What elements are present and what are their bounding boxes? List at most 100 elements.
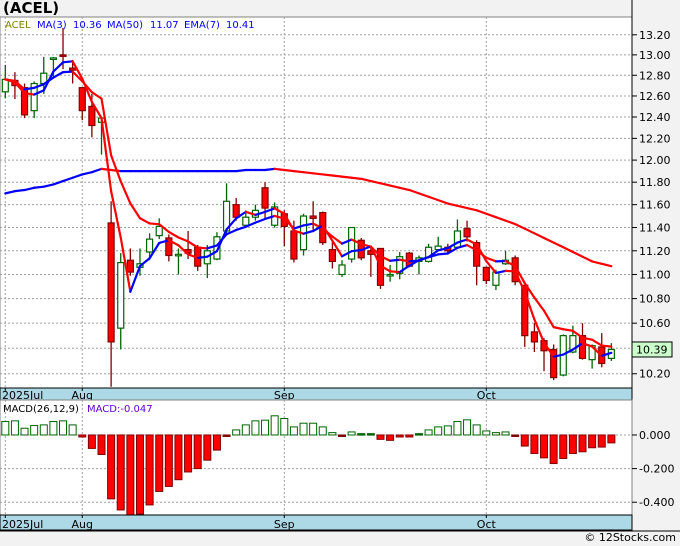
macd-bar (386, 434, 395, 441)
macd-bar (87, 434, 96, 449)
macd-bar (472, 424, 481, 436)
legend-ma3-label: MA(3) (37, 20, 67, 31)
last-price-value: 10.39 (636, 343, 668, 356)
macd-bar (424, 429, 433, 436)
macd-bar (59, 420, 68, 436)
price-tick-label: 11.20 (639, 245, 671, 258)
ema7-line-segment (600, 344, 613, 348)
stock-chart: 13.20 13.00 12.80 12.60 12.40 12.20 12.00 11.80… (0, 0, 680, 532)
legend-ma50-label: MA(50) (107, 20, 143, 31)
macd-bar (434, 426, 443, 436)
macd-bar (491, 432, 500, 436)
macd-bar (39, 424, 48, 436)
macd-bar (511, 434, 520, 437)
macd-tick-label: -0.200 (639, 463, 674, 476)
candle-body (232, 204, 240, 218)
macd-tick-label: -0.400 (639, 496, 674, 509)
ma50-line-segment (340, 175, 353, 179)
macd-bar (155, 434, 164, 492)
macd-bar (530, 434, 539, 454)
price-tick-label: 10.20 (639, 368, 671, 381)
macd-bar (30, 425, 39, 436)
price-tick-label: 13.00 (639, 49, 671, 62)
candle-body (530, 331, 539, 343)
legend-symbol: ACEL (5, 20, 31, 31)
macd-bar (405, 434, 414, 438)
macd-bar (299, 422, 308, 436)
candle-body (309, 215, 317, 219)
ma50-line-segment (321, 173, 334, 177)
macd-bar (328, 432, 337, 436)
candle-body (338, 264, 346, 276)
price-tick-label: 12.00 (639, 154, 671, 167)
macd-bar (607, 434, 616, 444)
ma50-line-segment (100, 167, 113, 172)
macd-bar (501, 431, 510, 436)
candle-body (492, 271, 500, 286)
macd-bar (126, 434, 135, 515)
ma50-line-segment (263, 167, 276, 172)
macd-legend-value: MACD:-0.047 (87, 404, 153, 415)
macd-bar (241, 424, 250, 436)
macd-bar (203, 434, 212, 461)
macd-bar (145, 434, 154, 506)
macd-bar (338, 434, 346, 437)
macd-bar (559, 434, 568, 460)
macd-bar (232, 429, 241, 436)
last-price-tag: 10.39 (631, 341, 673, 358)
macd-bar (395, 434, 404, 438)
macd-bar (212, 434, 221, 451)
macd-bar (443, 425, 452, 436)
ma50-line-segment (33, 185, 45, 189)
candle (550, 344, 558, 381)
macd-bar (270, 415, 279, 436)
candle-body (117, 261, 125, 329)
candle-body (69, 67, 77, 71)
price-tick-label: 11.80 (639, 176, 671, 189)
date-label: Aug (72, 518, 93, 531)
macd-bar (107, 434, 116, 500)
macd-bar (463, 419, 472, 436)
date-label: Sep (274, 518, 295, 531)
ma50-line-segment (13, 188, 26, 193)
ma50-line-segment (331, 174, 344, 178)
price-tick-label: 12.40 (639, 111, 671, 124)
ema7-line-segment (437, 252, 449, 256)
macd-legend-label: MACD(26,12,9) (3, 404, 79, 415)
ema7-line-segment (196, 246, 209, 250)
ma50-line-segment (235, 168, 247, 173)
candle (348, 226, 356, 263)
date-label: Oct (477, 518, 497, 531)
ma50-line-segment (292, 170, 305, 174)
price-tick-label: 12.80 (639, 69, 671, 82)
macd-bar (597, 434, 606, 448)
macd-bar (318, 426, 327, 436)
legend-ema7-value: 10.41 (226, 20, 255, 31)
ma50-line-segment (350, 176, 363, 180)
ma50-line-segment (302, 171, 315, 175)
candle-body (242, 216, 250, 226)
ma3-line-segment (23, 92, 36, 96)
macd-bar (568, 434, 577, 454)
macd-bar (520, 434, 529, 447)
price-tick-label: 10.80 (639, 293, 671, 306)
date-label: 2025Jul (2, 518, 43, 531)
price-tick-label: 11.00 (639, 268, 671, 281)
candle-body (49, 57, 58, 61)
candle-body (261, 187, 269, 209)
macd-bar (20, 427, 29, 436)
macd-bar (482, 430, 491, 436)
macd-y-axis: 0.000 -0.200 -0.400 (632, 429, 674, 509)
macd-bar (135, 434, 144, 515)
macd-bar (193, 434, 202, 470)
macd-bar (357, 433, 366, 436)
macd-bar (588, 434, 597, 449)
candle-body (78, 87, 86, 112)
price-tick-label: 11.60 (639, 199, 671, 212)
candle-body (146, 238, 154, 253)
ema7-line-segment (148, 222, 161, 226)
price-tick-label: 13.20 (639, 29, 671, 42)
legend-ma3-value: 10.36 (73, 20, 102, 31)
macd-bar (347, 431, 356, 436)
price-tick-label: 10.60 (639, 317, 671, 330)
